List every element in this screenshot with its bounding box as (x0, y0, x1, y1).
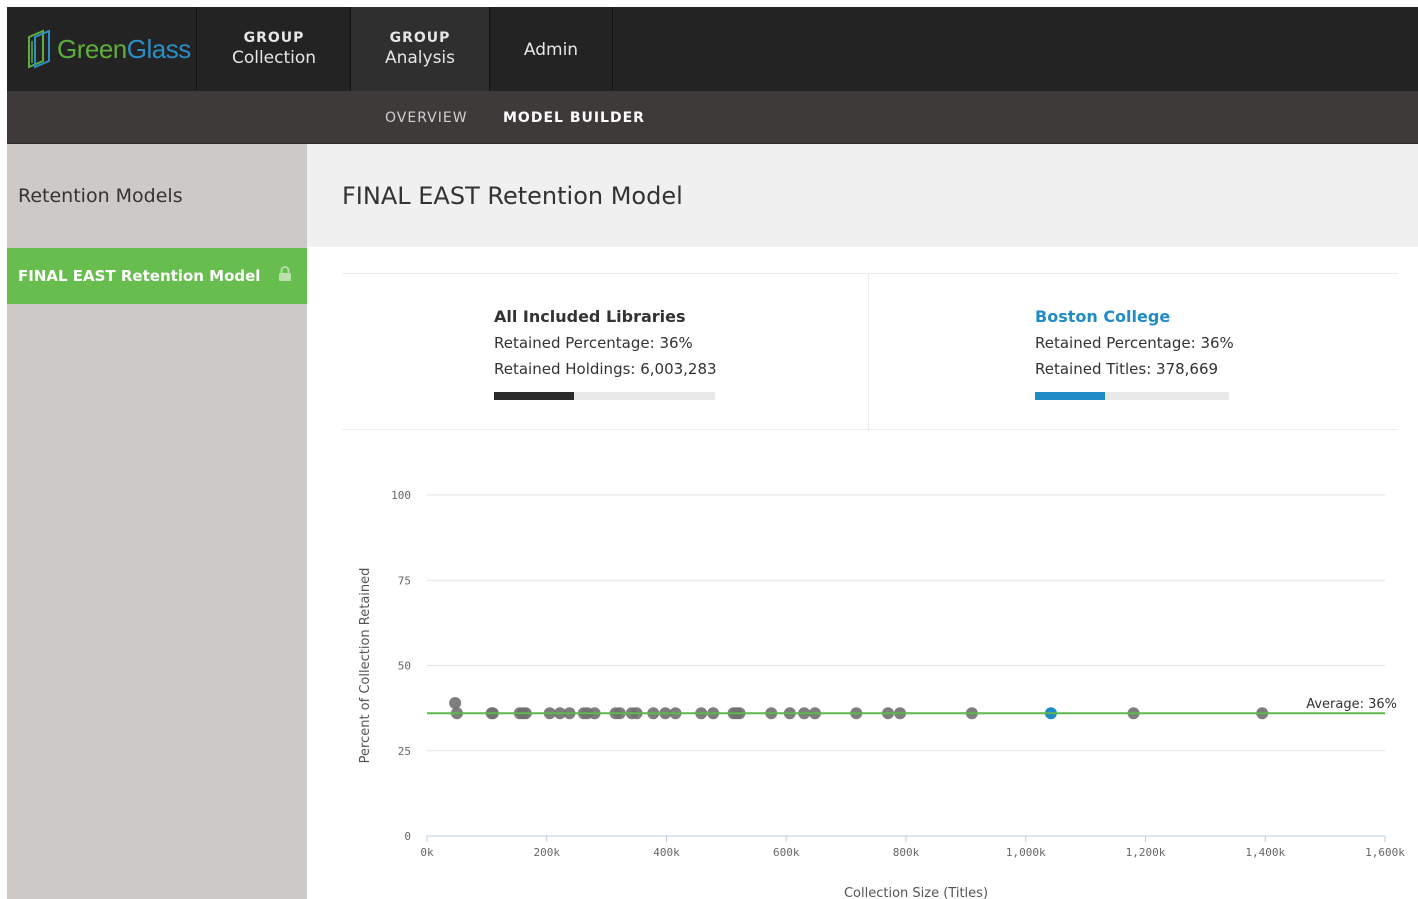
progress-bar-fill (1035, 392, 1105, 400)
stats-divider (868, 274, 869, 431)
sub-nav-bar: OVERVIEW MODEL BUILDER (7, 91, 1418, 144)
x-tick-label: 800k (893, 846, 920, 859)
nav-group-analysis[interactable]: GROUP Analysis (351, 7, 490, 91)
x-tick-label: 0k (420, 846, 434, 859)
y-tick-label: 100 (391, 489, 411, 502)
stat-all-libraries: All Included Libraries Retained Percenta… (494, 304, 717, 400)
stat-title: All Included Libraries (494, 307, 686, 326)
greenglass-logo[interactable]: GreenGlass (7, 7, 197, 91)
average-label: Average: 36% (1306, 697, 1397, 712)
sidebar-item-label: FINAL EAST Retention Model (18, 267, 261, 285)
logo-text-blue: Glass (126, 33, 191, 64)
y-tick-label: 50 (398, 660, 411, 673)
x-tick-label: 400k (653, 846, 680, 859)
tab-model-builder[interactable]: MODEL BUILDER (503, 91, 645, 144)
y-tick-label: 25 (398, 745, 411, 758)
nav-sup-label: GROUP (389, 30, 451, 46)
app-window: GreenGlass GROUP Collection GROUP Analys… (7, 7, 1418, 899)
nav-label: Collection (231, 48, 317, 68)
stat-selected-library: Boston College Retained Percentage: 36% … (1035, 304, 1234, 400)
progress-bar-fill (494, 392, 574, 400)
nav-label: Admin (523, 40, 579, 60)
y-axis-label: Percent of Collection Retained (358, 568, 373, 764)
lock-icon (278, 266, 292, 286)
data-point (449, 697, 462, 710)
nav-label: Analysis (384, 48, 456, 68)
y-tick-label: 75 (398, 574, 411, 587)
x-tick-label: 200k (534, 846, 561, 859)
x-tick-label: 1,200k (1126, 846, 1166, 859)
y-tick-label: 0 (404, 830, 411, 843)
logo-text: GreenGlass (57, 34, 191, 65)
top-nav-bar: GreenGlass GROUP Collection GROUP Analys… (7, 7, 1418, 91)
stat-retained-titles: Retained Titles: 378,669 (1035, 360, 1219, 378)
progress-bar-track (494, 392, 715, 400)
nav-sup-label: GROUP (243, 30, 305, 46)
page-title: FINAL EAST Retention Model (307, 144, 1418, 247)
x-tick-label: 1,400k (1245, 846, 1285, 859)
stat-retained-percentage: Retained Percentage: 36% (1035, 334, 1234, 352)
glass-logo-icon (28, 29, 50, 69)
retention-scatter-chart: 0 25 50 75 100 0k 200k 400k 600k 800k 1,000k 1,200k… (358, 489, 1405, 899)
stat-retained-holdings: Retained Holdings: 6,003,283 (494, 360, 717, 378)
retention-stats-panel: All Included Libraries Retained Percenta… (342, 273, 1398, 431)
nav-admin[interactable]: Admin (490, 7, 613, 91)
x-axis-label: Collection Size (Titles) (844, 886, 988, 899)
x-tick-label: 600k (773, 846, 800, 859)
progress-bar-track (1035, 392, 1229, 400)
tab-overview[interactable]: OVERVIEW (385, 91, 468, 144)
logo-text-green: Green (57, 33, 127, 64)
sidebar: Retention Models FINAL EAST Retention Mo… (7, 144, 307, 899)
x-tick-label: 1,600k (1365, 846, 1405, 859)
stat-retained-percentage: Retained Percentage: 36% (494, 334, 693, 352)
sidebar-title: Retention Models (18, 184, 183, 207)
sidebar-item-model[interactable]: FINAL EAST Retention Model (7, 248, 307, 304)
x-tick-label: 1,000k (1006, 846, 1046, 859)
nav-group-collection[interactable]: GROUP Collection (198, 7, 351, 91)
stat-library-name[interactable]: Boston College (1035, 304, 1234, 330)
